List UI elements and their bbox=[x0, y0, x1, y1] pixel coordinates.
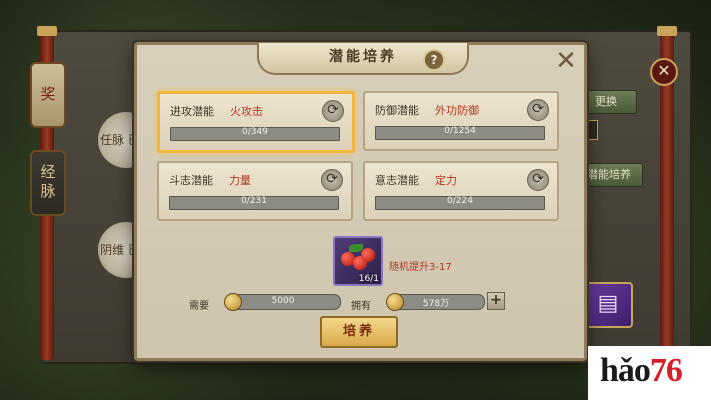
card-value: 定力 bbox=[435, 174, 457, 187]
add-coin-button[interactable]: + bbox=[487, 292, 505, 310]
train-button[interactable]: 培养 bbox=[320, 316, 398, 348]
card-value: 力量 bbox=[229, 174, 251, 187]
own-label: 拥有 bbox=[351, 301, 371, 312]
close-icon[interactable]: ✕ bbox=[555, 48, 577, 74]
book-icon[interactable]: ▤ bbox=[583, 282, 633, 328]
progress-bar: 0/1254 bbox=[375, 126, 545, 140]
progress-bar: 0/224 bbox=[375, 196, 545, 210]
help-icon[interactable]: ? bbox=[423, 49, 445, 71]
progress-text: 0/224 bbox=[447, 196, 473, 206]
progress-bar: 0/349 bbox=[170, 127, 340, 141]
need-value: 5000 bbox=[271, 296, 295, 306]
potential-training-dialog: 潜能培养 ? ✕ 进攻潜能 火攻击 ⟳ 0/349 防御潜能 外功防御 ⟳ 0/… bbox=[134, 42, 587, 361]
refresh-icon[interactable]: ⟳ bbox=[322, 100, 344, 122]
refresh-icon[interactable]: ⟳ bbox=[527, 169, 549, 191]
side-tab-meridian[interactable]: 经脉 bbox=[30, 150, 66, 216]
berry-icon bbox=[361, 248, 375, 262]
potential-card-defense[interactable]: 防御潜能 外功防御 ⟳ 0/1254 bbox=[363, 91, 559, 151]
potential-card-fighting-spirit[interactable]: 斗志潜能 力量 ⟳ 0/231 bbox=[157, 161, 353, 221]
own-coin-box: 578万 bbox=[386, 293, 485, 311]
progress-bar: 0/231 bbox=[169, 196, 339, 210]
scroll-cap bbox=[657, 26, 677, 36]
item-description: 随机提升3-17 bbox=[389, 262, 452, 273]
refresh-icon[interactable]: ⟳ bbox=[321, 169, 343, 191]
potential-card-will[interactable]: 意志潜能 定力 ⟳ 0/224 bbox=[363, 161, 559, 221]
need-coin-box: 5000 bbox=[224, 293, 341, 311]
side-tab-reward[interactable]: 奖 bbox=[30, 62, 66, 128]
card-label: 进攻潜能 bbox=[170, 105, 214, 118]
potential-card-attack[interactable]: 进攻潜能 火攻击 ⟳ 0/349 bbox=[157, 91, 355, 153]
card-label: 防御潜能 bbox=[375, 104, 419, 117]
need-label: 需要 bbox=[189, 301, 209, 312]
card-label: 意志潜能 bbox=[375, 174, 419, 187]
progress-text: 0/1254 bbox=[444, 126, 476, 136]
card-value: 火攻击 bbox=[230, 105, 263, 118]
item-count: 16/1 bbox=[358, 274, 379, 284]
item-slot[interactable]: 16/1 bbox=[333, 236, 383, 286]
progress-text: 0/349 bbox=[242, 127, 268, 137]
logo-suffix: 76 bbox=[649, 352, 683, 389]
close-icon[interactable]: ✕ bbox=[650, 58, 678, 86]
progress-text: 0/231 bbox=[241, 196, 267, 206]
scroll-cap bbox=[37, 26, 57, 36]
logo-prefix: hǎo bbox=[600, 352, 651, 389]
card-label: 斗志潜能 bbox=[169, 174, 213, 187]
refresh-icon[interactable]: ⟳ bbox=[527, 99, 549, 121]
own-value: 578万 bbox=[422, 299, 450, 309]
card-value: 外功防御 bbox=[435, 104, 479, 117]
site-logo: hǎo76 bbox=[600, 352, 683, 390]
